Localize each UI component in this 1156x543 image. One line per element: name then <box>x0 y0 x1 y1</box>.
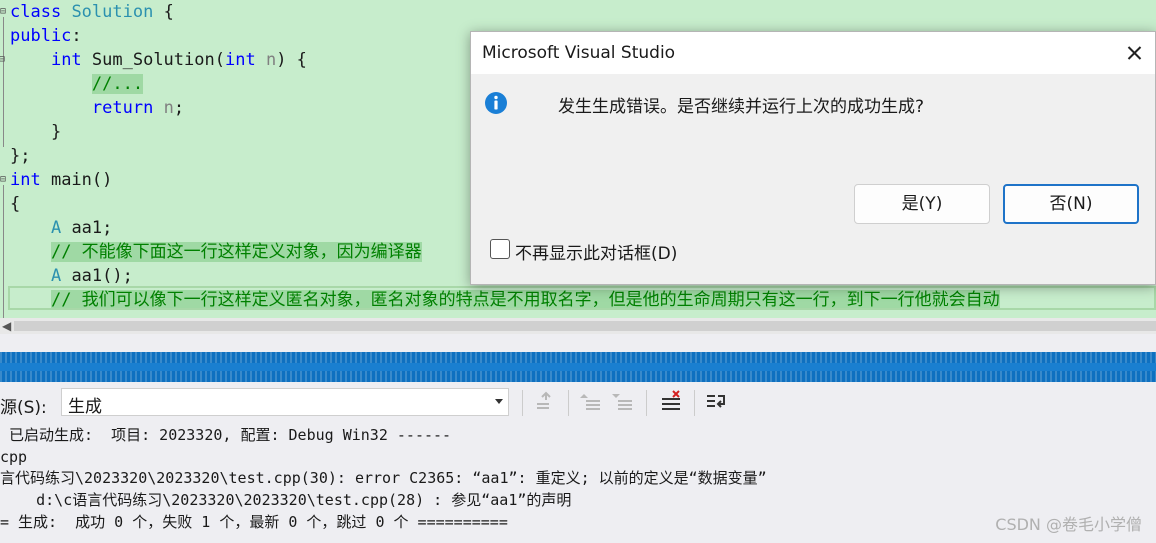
code-line[interactable]: }; <box>10 144 30 168</box>
code-token: int <box>50 50 82 70</box>
code-line[interactable]: } <box>10 120 61 144</box>
code-token: n <box>163 98 174 118</box>
code-line[interactable]: int Sum_Solution(int n) { <box>10 48 307 72</box>
code-token: //... <box>91 74 144 94</box>
code-token: class <box>10 2 62 22</box>
code-token: main() <box>40 170 113 190</box>
no-button[interactable]: 否(N) <box>1003 184 1139 224</box>
output-source-label: 源(S): <box>0 398 47 418</box>
output-text-area[interactable]: 已启动生成: 项目: 2023320, 配置: Debug Win32 ----… <box>0 424 1156 543</box>
current-line-highlight <box>8 286 1156 310</box>
output-source-value: 生成 <box>68 397 102 417</box>
horizontal-scrollbar[interactable]: ◀ <box>0 318 1156 334</box>
next-message-icon[interactable] <box>612 390 636 414</box>
fold-guide-line <box>3 185 4 318</box>
code-line[interactable]: { <box>10 192 20 216</box>
code-line[interactable]: A aa1(); <box>10 264 133 288</box>
output-line: = 生成: 成功 0 个，失败 1 个，最新 0 个，跳过 0 个 ======… <box>0 513 508 531</box>
toolbar-separator <box>694 390 695 416</box>
watermark: CSDN @卷毛小学僧 <box>995 515 1142 534</box>
scroll-left-icon[interactable]: ◀ <box>2 318 11 334</box>
code-token: { <box>10 194 21 214</box>
code-line[interactable]: public: <box>10 24 82 48</box>
code-token: A <box>50 266 62 286</box>
dont-show-again-checkbox[interactable] <box>490 239 510 259</box>
code-token: int <box>10 170 41 190</box>
code-token: public <box>10 26 72 46</box>
message-dialog: Microsoft Visual Studio 发生生成错误。是否继续并运行上次… <box>470 31 1156 285</box>
code-token: : <box>71 26 82 46</box>
code-token: n <box>265 50 277 70</box>
scrollbar-thumb[interactable] <box>14 321 1156 331</box>
word-wrap-icon[interactable] <box>705 390 729 414</box>
dialog-message: 发生生成错误。是否继续并运行上次的成功生成? <box>558 97 925 117</box>
toolbar-separator <box>646 390 647 416</box>
editor-gutter: ⊟ ⊟ ⊟ <box>0 0 8 318</box>
code-line[interactable]: int main() <box>10 168 112 192</box>
code-token: Solution <box>71 2 154 22</box>
code-token: aa1(); <box>61 266 133 286</box>
code-token: }; <box>10 146 31 166</box>
output-panel-titlebar <box>0 352 1156 382</box>
code-line[interactable]: //... <box>10 72 144 96</box>
output-line: 言代码练习\2023320\2023320\test.cpp(30): erro… <box>0 469 767 487</box>
code-token: Sum_Solution( <box>81 50 225 70</box>
fold-guide-line <box>3 17 4 147</box>
output-line: 已启动生成: 项目: 2023320, 配置: Debug Win32 ----… <box>0 426 452 444</box>
code-token: int <box>224 50 256 70</box>
code-token: ; <box>173 98 185 118</box>
fold-collapse-icon[interactable]: ⊟ <box>0 7 8 17</box>
close-button[interactable] <box>1111 32 1155 74</box>
chevron-down-icon[interactable] <box>495 399 503 404</box>
toolbar-separator <box>568 390 569 416</box>
clear-all-icon[interactable] <box>660 390 684 414</box>
previous-message-icon[interactable] <box>580 390 604 414</box>
code-token: { <box>153 2 174 22</box>
code-line[interactable]: A aa1; <box>10 216 112 240</box>
panel-splitter[interactable] <box>0 334 1156 352</box>
code-token: return <box>91 98 154 118</box>
goto-error-icon[interactable] <box>534 390 558 414</box>
yes-button[interactable]: 是(Y) <box>854 184 990 224</box>
code-token: // 不能像下面这一行这样定义对象，因为编译器 <box>50 242 422 262</box>
toolbar-separator <box>522 390 523 416</box>
fold-collapse-icon[interactable]: ⊟ <box>0 175 8 185</box>
code-line[interactable]: // 不能像下面这一行这样定义对象，因为编译器 <box>10 240 422 264</box>
code-token: ) { <box>276 50 307 70</box>
dialog-title: Microsoft Visual Studio <box>482 43 676 63</box>
info-icon <box>485 92 507 114</box>
code-line[interactable]: class Solution { <box>10 0 174 24</box>
fold-collapse-icon[interactable]: ⊟ <box>0 55 7 65</box>
code-line[interactable]: return n; <box>10 96 184 120</box>
output-line: d:\c语言代码练习\2023320\2023320\test.cpp(28) … <box>0 491 572 509</box>
code-token: } <box>10 122 62 142</box>
output-line: cpp <box>0 448 28 466</box>
dialog-titlebar[interactable]: Microsoft Visual Studio <box>471 32 1155 74</box>
titlebar-grip <box>0 363 1156 371</box>
code-token: A <box>50 218 62 238</box>
code-token: aa1; <box>61 218 113 238</box>
output-source-select[interactable]: 生成 <box>61 388 509 417</box>
output-toolbar: 源(S): 生成 <box>0 382 1156 424</box>
dont-show-again-label[interactable]: 不再显示此对话框(D) <box>515 239 677 264</box>
